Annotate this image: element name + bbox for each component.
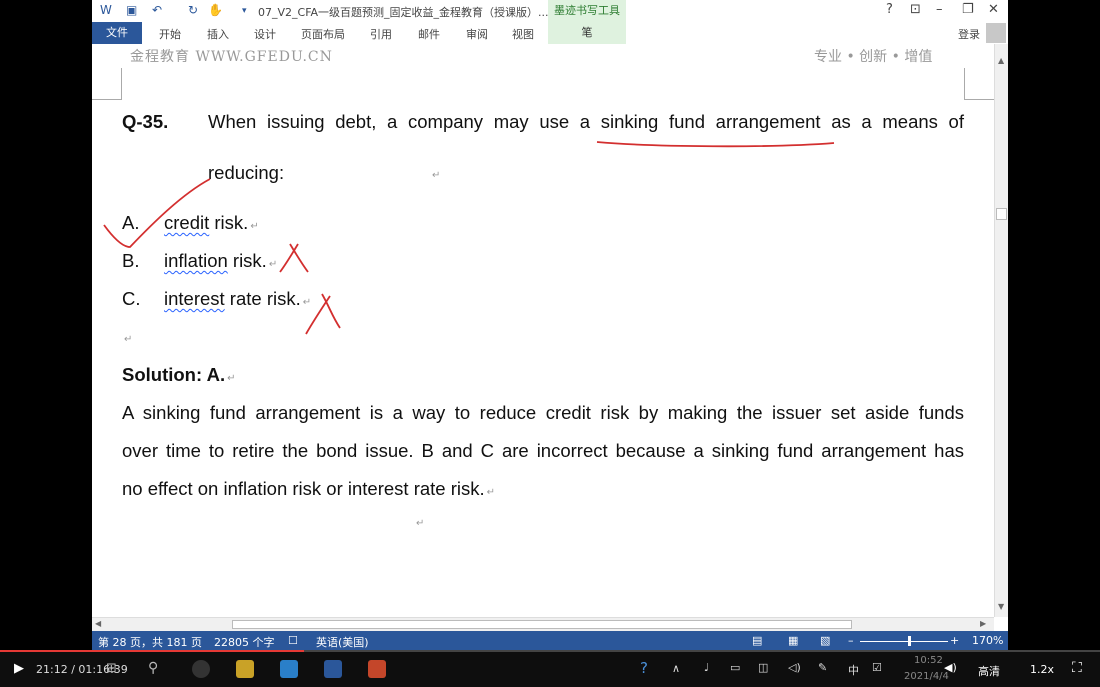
document-canvas[interactable]: 金程教育 WWW.GFEDU.CN 专业 • 创新 • 增值 Q-35. Whe… [92, 44, 994, 617]
close-icon[interactable]: ✕ [988, 2, 999, 17]
ink-underline [596, 141, 835, 148]
horizontal-scroll-thumb[interactable] [232, 620, 852, 629]
customize-toolbar-icon[interactable]: ▾ [242, 6, 247, 16]
help-button[interactable]: ? [886, 2, 893, 17]
tab-insert[interactable]: 插入 [207, 26, 229, 42]
vertical-scroll-thumb[interactable] [996, 208, 1007, 220]
ink-cross-c1 [321, 293, 341, 329]
restore-icon[interactable]: ❐ [962, 2, 974, 17]
video-player-bar: ▶ 21:12 / 01:16:39 ⊞ ⚲ ? ∧ ♩ ▭ ◫ ◁) ✎ 中 … [0, 652, 1100, 687]
speed-button[interactable]: 1.2x [1030, 663, 1054, 676]
fullscreen-icon[interactable]: ⛶ [1072, 660, 1082, 676]
tab-mailings[interactable]: 邮件 [418, 26, 440, 42]
horizontal-scrollbar[interactable]: ◀ ▶ [92, 617, 994, 631]
word-window: W ▣ ↶ ↻ ✋ ▾ 07_V2_CFA一级百题预测_固定收益_金程教育（授课… [92, 0, 1008, 652]
avatar[interactable] [986, 23, 1006, 43]
undo-icon[interactable]: ↶ [152, 3, 162, 17]
tray-expand-icon[interactable]: ∧ [672, 662, 680, 675]
tab-file[interactable]: 文件 [92, 22, 142, 44]
powerpoint-taskbar-icon[interactable] [368, 660, 386, 678]
zoom-out-icon[interactable]: – [848, 634, 854, 647]
page-count[interactable]: 第 28 页，共 181 页 [98, 634, 202, 650]
tab-layout[interactable]: 页面布局 [301, 26, 345, 42]
play-icon[interactable]: ▶ [14, 661, 24, 676]
scroll-right-icon[interactable]: ▶ [980, 619, 986, 628]
touch-mode-icon[interactable]: ✋ [208, 3, 223, 17]
word-taskbar-icon[interactable] [324, 660, 342, 678]
search-icon[interactable]: ⚲ [148, 660, 158, 676]
save-icon[interactable]: ▣ [126, 3, 137, 17]
language[interactable]: 英语(美国) [316, 634, 369, 650]
tab-references[interactable]: 引用 [370, 26, 392, 42]
scroll-left-icon[interactable]: ◀ [95, 619, 101, 628]
minimize-icon[interactable]: – [936, 2, 943, 17]
action-center-icon[interactable]: ☑ [872, 661, 882, 674]
tab-design[interactable]: 设计 [254, 26, 276, 42]
web-layout-icon[interactable]: ▧ [820, 634, 830, 647]
battery-icon[interactable]: ▭ [730, 661, 740, 674]
clock-date: 2021/4/4 [904, 671, 949, 682]
title-bar: W ▣ ↶ ↻ ✋ ▾ 07_V2_CFA一级百题预测_固定收益_金程教育（授课… [92, 0, 1008, 22]
windows-start-icon[interactable]: ⊞ [106, 661, 117, 676]
volume-control-icon[interactable]: ◀) [944, 661, 957, 674]
help-tray-icon[interactable]: ? [640, 659, 648, 677]
word-count[interactable]: 22805 个字 [214, 634, 275, 650]
ribbon-tabs: 文件 开始 插入 设计 页面布局 引用 邮件 审阅 视图 笔 登录 [92, 22, 1008, 44]
zoom-in-icon[interactable]: + [950, 634, 959, 647]
redo-icon[interactable]: ↻ [188, 3, 198, 17]
proofing-icon[interactable]: ☐ [288, 634, 298, 647]
ribbon-display-options-icon[interactable]: ⊡ [910, 2, 921, 17]
ink-cross-c2 [305, 295, 331, 335]
screen: W ▣ ↶ ↻ ✋ ▾ 07_V2_CFA一级百题预测_固定收益_金程教育（授课… [0, 0, 1100, 687]
ink-cross-b1 [289, 243, 309, 273]
print-layout-icon[interactable]: ▦ [788, 634, 798, 647]
tab-review[interactable]: 审阅 [466, 26, 488, 42]
scroll-up-icon[interactable]: ▲ [998, 56, 1004, 65]
app-icon[interactable] [280, 660, 298, 678]
status-bar: 第 28 页，共 181 页 22805 个字 ☐ 英语(美国) ▤ ▦ ▧ –… [92, 631, 1008, 652]
zoom-slider-thumb[interactable] [908, 636, 911, 646]
ime-indicator[interactable]: 中 [848, 662, 859, 678]
document-title: 07_V2_CFA一级百题预测_固定收益_金程教育（授课版）... [258, 6, 549, 19]
scroll-down-icon[interactable]: ▼ [998, 602, 1004, 611]
clock-time: 10:52 [914, 655, 943, 666]
file-explorer-icon[interactable] [236, 660, 254, 678]
read-mode-icon[interactable]: ▤ [752, 634, 762, 647]
ink-checkmark [103, 178, 211, 248]
quality-button[interactable]: 高清 [978, 663, 1000, 679]
ink-annotations [103, 141, 835, 335]
vertical-scrollbar[interactable]: ▲ ▼ [994, 44, 1008, 617]
network-icon[interactable]: ◫ [758, 661, 768, 674]
zoom-level[interactable]: 170% [972, 634, 1003, 647]
word-logo-icon: W [100, 3, 112, 17]
volume-icon[interactable]: ◁) [788, 661, 801, 674]
tab-home[interactable]: 开始 [159, 26, 181, 42]
tab-view[interactable]: 视图 [512, 26, 534, 42]
ink-tools-context-label: 墨迹书写工具 [548, 0, 626, 22]
ink-cross-b2 [279, 243, 299, 273]
zoom-slider[interactable] [860, 641, 948, 642]
sign-in-link[interactable]: 登录 [958, 26, 980, 42]
tab-pen[interactable]: 笔 [548, 22, 626, 44]
pen-tray-icon[interactable]: ✎ [818, 661, 827, 674]
browser-icon[interactable] [192, 660, 210, 678]
microphone-icon[interactable]: ♩ [704, 661, 709, 674]
